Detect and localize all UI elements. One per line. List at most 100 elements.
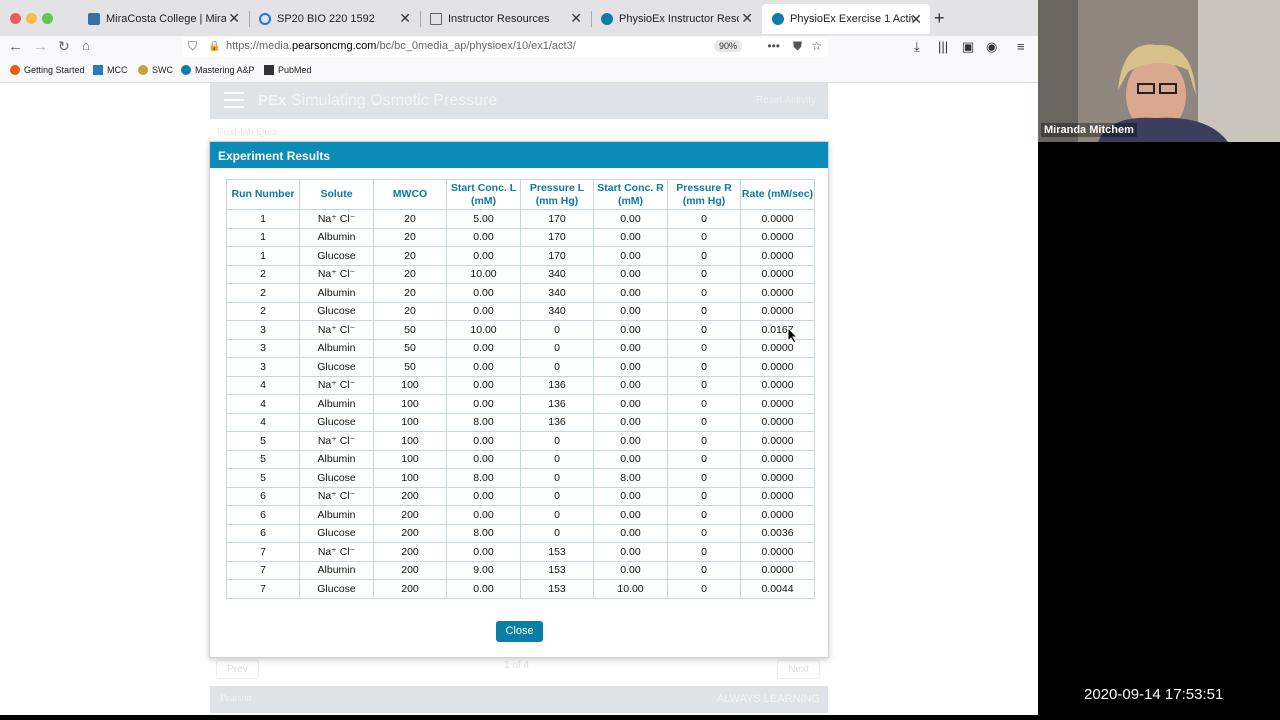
table-cell: 100 xyxy=(373,394,447,414)
forward-icon[interactable]: → xyxy=(33,38,48,55)
table-row: 4 Na⁺ Cl⁻ 100 0.00 136 0.00 0 0.0000 xyxy=(226,375,815,395)
download-icon[interactable]: ⤓ xyxy=(914,39,920,55)
table-cell: 0.00 xyxy=(446,301,521,321)
table-cell: 1 xyxy=(226,209,300,229)
table-row: 1 Glucose 20 0.00 170 0.00 0 0.0000 xyxy=(226,246,815,266)
table-cell: 5 xyxy=(226,431,300,451)
bookmark-getting-started[interactable]: Getting Started xyxy=(10,65,85,75)
reload-icon[interactable]: ↻ xyxy=(58,38,70,55)
table-cell: 200 xyxy=(373,523,447,543)
table-row: 2 Albumin 20 0.00 340 0.00 0 0.0000 xyxy=(226,283,815,303)
account-icon[interactable]: ◉ xyxy=(986,39,997,55)
firefox-icon xyxy=(10,65,20,75)
bookmark-star-icon[interactable]: ☆ xyxy=(811,39,822,53)
zoom-level[interactable]: 90% xyxy=(713,40,742,52)
bookmark-pubmed[interactable]: PubMed xyxy=(264,65,312,75)
table-cell: 0.00 xyxy=(593,375,668,395)
reset-activity-button[interactable]: Reset Activity xyxy=(756,95,816,106)
table-cell: 0 xyxy=(667,357,741,377)
table-row: 6 Na⁺ Cl⁻ 200 0.00 0 0.00 0 0.0000 xyxy=(226,486,815,506)
close-button[interactable]: Close xyxy=(496,621,543,642)
table-cell: 136 xyxy=(520,394,594,414)
page-actions-icon[interactable]: ••• xyxy=(767,39,780,53)
home-icon[interactable]: ⌂ xyxy=(82,38,90,53)
table-cell: 136 xyxy=(520,375,594,395)
tab-instructor-resources[interactable]: Instructor Resources ✕ xyxy=(420,6,590,31)
bookmark-swc[interactable]: SWC xyxy=(138,65,173,75)
post-lab-quiz-link[interactable]: Post-lab Quiz xyxy=(217,127,277,138)
table-cell: 340 xyxy=(520,264,594,284)
close-tab-icon[interactable]: ✕ xyxy=(910,11,922,28)
table-cell: 170 xyxy=(520,246,594,266)
app-title: Simulating Osmotic Pressure xyxy=(291,92,498,109)
table-cell: 1 xyxy=(226,227,300,247)
table-cell: 153 xyxy=(520,579,594,599)
close-tab-icon[interactable]: ✕ xyxy=(741,10,753,27)
tab-physioex-instructor[interactable]: PhysioEx Instructor Resources ✕ xyxy=(591,6,761,31)
tab-miracosta[interactable]: MiraCosta College | MiraCosta ✕ xyxy=(78,6,248,31)
minimize-window-icon[interactable] xyxy=(26,13,37,24)
table-cell: 20 xyxy=(373,227,447,247)
close-tab-icon[interactable]: ✕ xyxy=(228,10,240,27)
menu-icon[interactable]: ≡ xyxy=(1017,39,1025,54)
table-cell: 8.00 xyxy=(446,412,521,432)
column-header: Start Conc. L (mM) xyxy=(446,179,521,210)
table-row: 4 Glucose 100 8.00 136 0.00 0 0.0000 xyxy=(226,412,815,432)
table-row: 7 Albumin 200 9.00 153 0.00 0 0.0000 xyxy=(226,560,815,580)
table-cell: 0.0000 xyxy=(740,338,815,358)
close-tab-icon[interactable]: ✕ xyxy=(570,10,582,27)
url-text[interactable]: https://media.pearsoncmg.com/bc/bc_0medi… xyxy=(226,40,576,52)
bookmark-mastering[interactable]: Mastering A&P xyxy=(181,65,255,75)
table-cell: 0.00 xyxy=(446,505,521,525)
shield-icon[interactable]: ⛉ xyxy=(188,39,197,54)
table-cell: 0.0000 xyxy=(740,283,815,303)
table-cell: 8.00 xyxy=(593,468,668,488)
table-cell: 200 xyxy=(373,542,447,562)
next-button[interactable]: Next xyxy=(777,660,820,679)
table-cell: 0.0000 xyxy=(740,431,815,451)
table-cell: 50 xyxy=(373,338,447,358)
table-cell: 0.00 xyxy=(593,560,668,580)
back-icon[interactable]: ← xyxy=(8,38,23,55)
bookmark-mcc[interactable]: MCC xyxy=(93,65,128,75)
pearson-favicon-icon xyxy=(601,12,613,25)
table-cell: 4 xyxy=(226,412,300,432)
table-cell: 340 xyxy=(520,301,594,321)
sidebar-icon[interactable]: ▣ xyxy=(962,39,974,55)
table-cell: 100 xyxy=(373,468,447,488)
table-cell: 0.00 xyxy=(593,505,668,525)
new-tab-icon[interactable]: + xyxy=(934,8,945,29)
library-icon[interactable]: ||| xyxy=(938,39,948,54)
close-window-icon[interactable] xyxy=(10,13,21,24)
table-row: 1 Albumin 20 0.00 170 0.00 0 0.0000 xyxy=(226,227,815,247)
table-row: 6 Glucose 200 8.00 0 0.00 0 0.0036 xyxy=(226,523,815,543)
table-cell: 4 xyxy=(226,394,300,414)
lock-icon[interactable]: 🔒 xyxy=(208,41,220,52)
table-cell: 200 xyxy=(373,579,447,599)
table-cell: 0 xyxy=(667,542,741,562)
table-cell: Glucose xyxy=(299,246,374,266)
table-row: 3 Na⁺ Cl⁻ 50 10.00 0 0.00 0 0.0167 xyxy=(226,320,815,340)
close-tab-icon[interactable]: ✕ xyxy=(399,10,411,27)
table-cell: 0 xyxy=(520,468,594,488)
column-header: Pressure L (mm Hg) xyxy=(520,179,594,210)
prev-button[interactable]: Prev xyxy=(216,660,259,679)
table-row: 2 Na⁺ Cl⁻ 20 10.00 340 0.00 0 0.0000 xyxy=(226,264,815,284)
tab-sp20-bio[interactable]: SP20 BIO 220 1592 ✕ xyxy=(249,6,419,31)
table-cell: 0.0000 xyxy=(740,505,815,525)
table-cell: 0 xyxy=(520,357,594,377)
table-cell: Albumin xyxy=(299,505,374,525)
maximize-window-icon[interactable] xyxy=(42,13,53,24)
table-cell: Na⁺ Cl⁻ xyxy=(299,209,374,229)
table-cell: Na⁺ Cl⁻ xyxy=(299,264,374,284)
app-footer: Pearson ALWAYS LEARNING xyxy=(210,686,828,713)
table-cell: 0 xyxy=(667,394,741,414)
pocket-icon[interactable]: ⛊ xyxy=(793,39,802,54)
table-cell: 0.00 xyxy=(446,449,521,469)
table-cell: 340 xyxy=(520,283,594,303)
hamburger-menu-icon[interactable] xyxy=(224,92,244,108)
table-cell: 0.00 xyxy=(593,394,668,414)
tab-physioex-exercise[interactable]: PhysioEx Exercise 1 Activity 3 ✕ xyxy=(762,4,930,34)
table-cell: 0.00 xyxy=(446,338,521,358)
address-bar[interactable]: ⛉ 🔒 https://media.pearsoncmg.com/bc/bc_0… xyxy=(182,37,828,57)
